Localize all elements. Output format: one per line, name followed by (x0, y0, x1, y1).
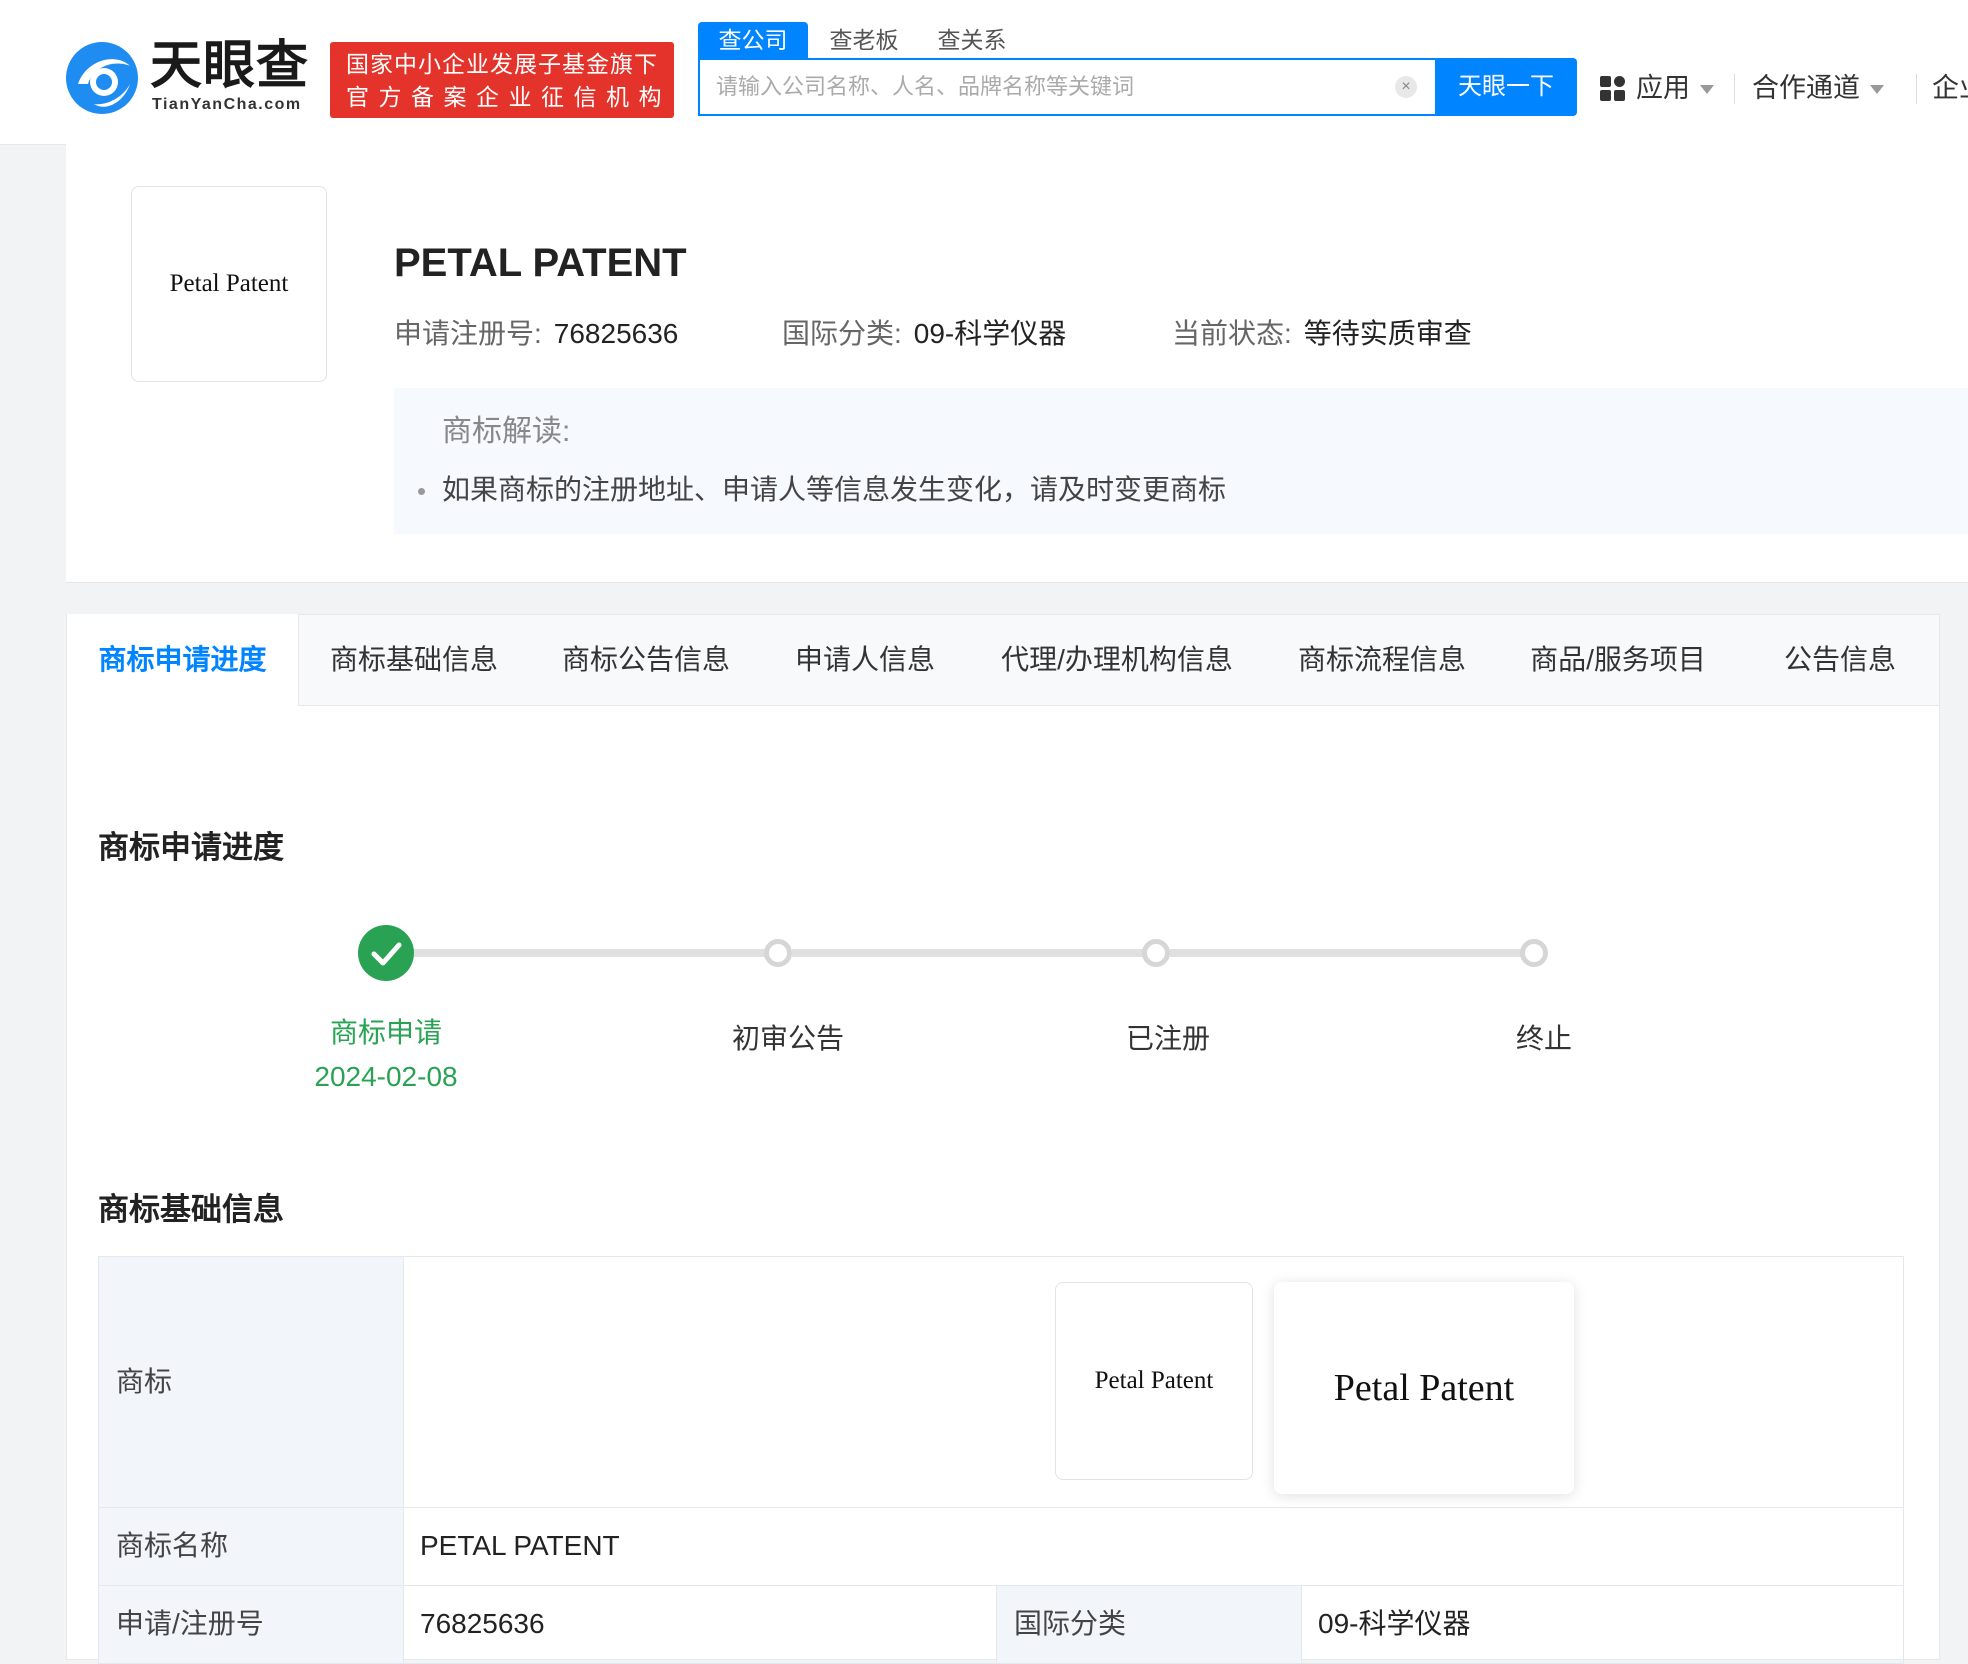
trademark-thumbnail-text: Petal Patent (1094, 1367, 1214, 1394)
step-date-applied: 2024-02-08 (314, 1061, 458, 1092)
bullet-icon (418, 488, 425, 495)
search-tab-boss[interactable]: 查老板 (814, 22, 914, 58)
trademark-thumbnail[interactable]: Petal Patent (1055, 1282, 1253, 1480)
tianyancha-logo-icon[interactable] (64, 40, 140, 116)
step-pending-marker (1520, 939, 1548, 967)
table-value-cell (403, 1507, 1904, 1586)
credit-agency-badge: 国家中小企业发展子基金旗下 官方备案企业征信机构 (330, 42, 674, 118)
step-pending-marker (1142, 939, 1170, 967)
tab-agency-info[interactable]: 代理/办理机构信息 (988, 614, 1246, 706)
meta-status-value: 等待实质审查 (1303, 318, 1472, 349)
nav-enterprise[interactable]: 企业 (1932, 68, 1968, 108)
meta-class-value: 09-科学仪器 (913, 318, 1067, 349)
class-row-label: 国际分类 (1014, 1608, 1127, 1639)
trademark-preview-popup: Petal Patent (1274, 1282, 1574, 1494)
tab-applicant-info[interactable]: 申请人信息 (778, 614, 952, 706)
progress-track (414, 949, 778, 957)
search-tab-relation[interactable]: 查关系 (922, 22, 1022, 58)
tab-goods-services[interactable]: 商品/服务项目 (1516, 614, 1720, 706)
reg-row-label: 申请/注册号 (116, 1608, 264, 1639)
meta-class: 国际分类: 09-科学仪器 (782, 314, 1066, 354)
trademark-image[interactable]: Petal Patent (131, 186, 327, 382)
step-label-registered: 已注册 (1125, 1023, 1210, 1054)
check-icon (371, 942, 402, 966)
nav-partner[interactable]: 合作通道 (1752, 68, 1884, 108)
badge-line-2: 官方备案企业征信机构 (346, 84, 671, 110)
tab-notice-info[interactable]: 公告信息 (1770, 614, 1910, 706)
name-row-label: 商标名称 (116, 1530, 229, 1561)
meta-reg-no: 申请注册号: 76825636 (394, 314, 678, 354)
trademark-title: PETAL PATENT (394, 241, 687, 285)
progress-track (1170, 949, 1536, 957)
step-label-terminated: 终止 (1515, 1023, 1572, 1054)
progress-track (792, 949, 1150, 957)
class-row-value: 09-科学仪器 (1318, 1608, 1471, 1639)
tab-application-progress[interactable]: 商标申请进度 (67, 614, 299, 706)
nav-divider (1916, 74, 1917, 104)
step-done-marker (358, 925, 414, 981)
trademark-preview-text: Petal Patent (1333, 1367, 1515, 1409)
meta-class-label: 国际分类: (782, 318, 902, 349)
basic-info-section-title: 商标基础信息 (98, 1192, 284, 1227)
nav-apps-label: 应用 (1636, 73, 1690, 103)
logo-text[interactable]: 天眼查 (150, 36, 309, 96)
search-button[interactable]: 天眼一下 (1435, 58, 1577, 116)
nav-apps[interactable]: 应用 (1636, 68, 1714, 108)
tab-basic-info[interactable]: 商标基础信息 (316, 614, 512, 706)
interpretation-title: 商标解读: (442, 415, 571, 448)
tab-process-info[interactable]: 商标流程信息 (1286, 614, 1478, 706)
tab-announcement-info[interactable]: 商标公告信息 (546, 614, 746, 706)
nav-partner-label: 合作通道 (1752, 73, 1860, 103)
trademark-interpretation: 商标解读: 如果商标的注册地址、申请人等信息发生变化，请及时变更商标 (394, 388, 1968, 534)
reg-row-value: 76825636 (420, 1608, 545, 1639)
meta-reg-no-label: 申请注册号: (394, 318, 542, 349)
chevron-down-icon (1870, 85, 1884, 95)
chevron-down-icon (1700, 85, 1714, 95)
step-pending-marker (764, 939, 792, 967)
step-label-applied: 商标申请 (329, 1017, 442, 1048)
clear-icon[interactable]: × (1395, 76, 1417, 98)
interpretation-item: 如果商标的注册地址、申请人等信息发生变化，请及时变更商标 (442, 474, 1227, 505)
logo-domain: TianYanCha.com (152, 96, 302, 113)
meta-status-label: 当前状态: (1172, 318, 1292, 349)
step-label-prelim: 初审公告 (731, 1023, 844, 1054)
search-input[interactable] (716, 60, 1366, 114)
progress-section-title: 商标申请进度 (98, 830, 284, 865)
trademark-row-label: 商标 (116, 1366, 173, 1397)
trademark-image-text: Petal Patent (169, 270, 289, 297)
search-tab-company[interactable]: 查公司 (698, 22, 808, 58)
badge-line-1: 国家中小企业发展子基金旗下 (346, 51, 658, 77)
nav-divider (1734, 74, 1735, 104)
meta-status: 当前状态: 等待实质审查 (1172, 314, 1472, 354)
search-box: × (698, 58, 1435, 116)
meta-reg-no-value: 76825636 (553, 318, 679, 349)
apps-grid-icon (1600, 76, 1626, 102)
name-row-value: PETAL PATENT (420, 1530, 620, 1561)
